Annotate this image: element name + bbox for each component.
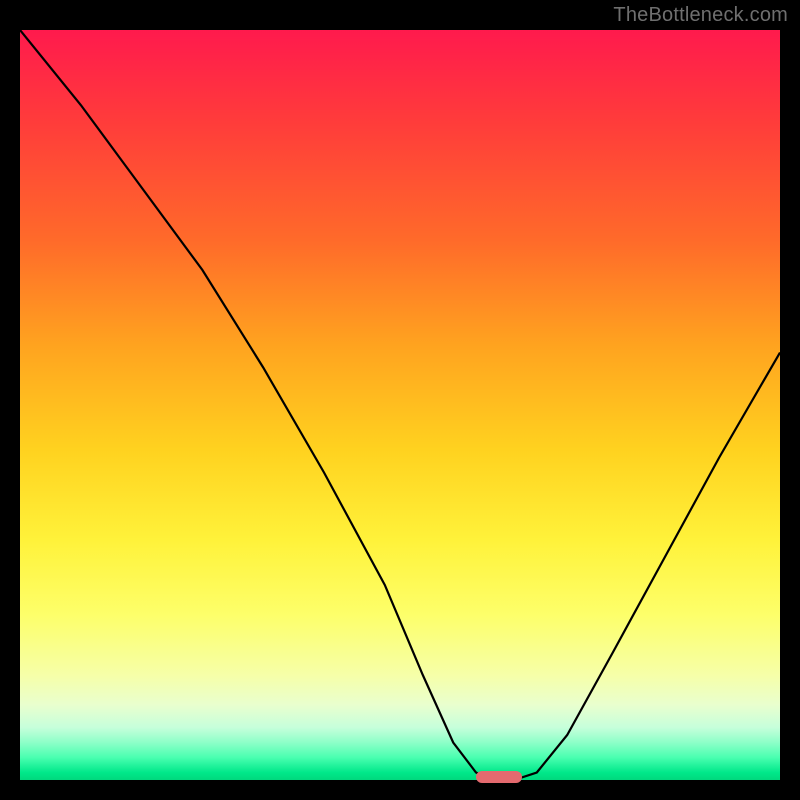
watermark-text: TheBottleneck.com (613, 4, 788, 27)
curve-path (20, 30, 780, 780)
bottleneck-curve (20, 30, 780, 780)
optimal-range-marker (476, 771, 522, 783)
plot-area (20, 30, 780, 780)
chart-frame: TheBottleneck.com (0, 0, 800, 800)
